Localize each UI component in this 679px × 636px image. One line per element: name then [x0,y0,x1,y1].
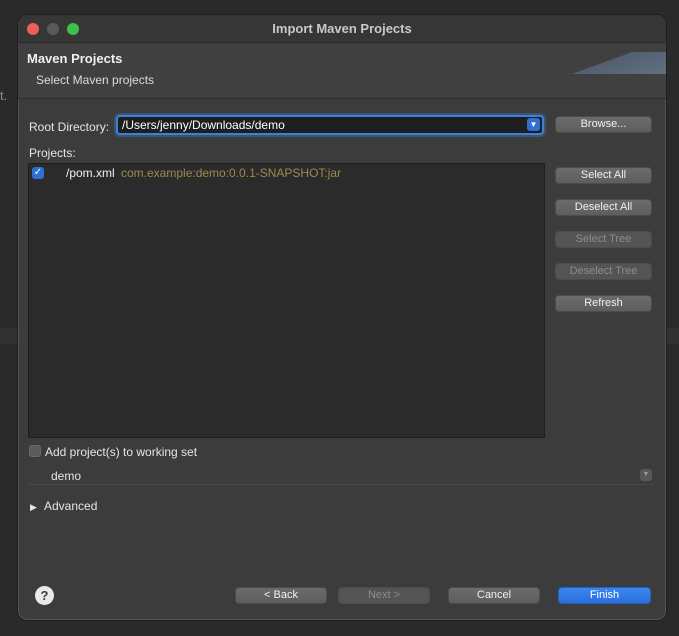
root-directory-value: /Users/jenny/Downloads/demo [122,118,285,132]
page-subtitle: Select Maven projects [36,73,155,87]
deselect-tree-button[interactable]: Deselect Tree [555,263,652,280]
projects-tree[interactable]: ✓ /pom.xml com.example:demo:0.0.1-SNAPSH… [28,163,545,438]
wizard-banner-graphic [526,52,666,74]
advanced-section-toggle[interactable]: Advanced [44,499,97,513]
disclosure-triangle-icon[interactable]: ▶ [30,502,37,513]
project-name: /pom.xml [66,166,115,180]
window-title: Import Maven Projects [272,21,412,36]
page-title: Maven Projects [27,51,123,66]
working-set-value: demo [51,469,82,483]
cancel-button[interactable]: Cancel [448,587,540,604]
select-tree-button[interactable]: Select Tree [555,231,652,248]
root-directory-combo[interactable]: /Users/jenny/Downloads/demo ▼ [116,115,544,135]
browse-button[interactable]: Browse... [555,116,652,133]
refresh-button[interactable]: Refresh [555,295,652,312]
deselect-all-button[interactable]: Deselect All [555,199,652,216]
chevron-down-icon[interactable]: ▼ [527,118,540,131]
project-artifact: com.example:demo:0.0.1-SNAPSHOT:jar [121,166,342,180]
import-maven-dialog: Import Maven Projects Maven Projects Sel… [17,14,667,621]
finish-button[interactable]: Finish [558,587,651,604]
working-set-checkbox[interactable] [29,445,41,457]
root-directory-label: Root Directory: [29,120,110,134]
background-text: t. [0,88,8,103]
chevron-down-icon[interactable]: ▼ [640,469,652,481]
wizard-header: Maven Projects Select Maven projects [18,44,666,99]
project-checkbox[interactable]: ✓ [32,167,44,179]
list-item[interactable]: ✓ /pom.xml com.example:demo:0.0.1-SNAPSH… [29,164,544,182]
select-all-button[interactable]: Select All [555,167,652,184]
next-button[interactable]: Next > [338,587,430,604]
title-bar: Import Maven Projects [18,15,666,43]
back-button[interactable]: < Back [235,587,327,604]
help-icon[interactable]: ? [35,586,54,605]
working-set-label[interactable]: Add project(s) to working set [45,445,197,459]
projects-label: Projects: [29,146,76,160]
working-set-combo[interactable]: demo ▼ [28,467,654,485]
